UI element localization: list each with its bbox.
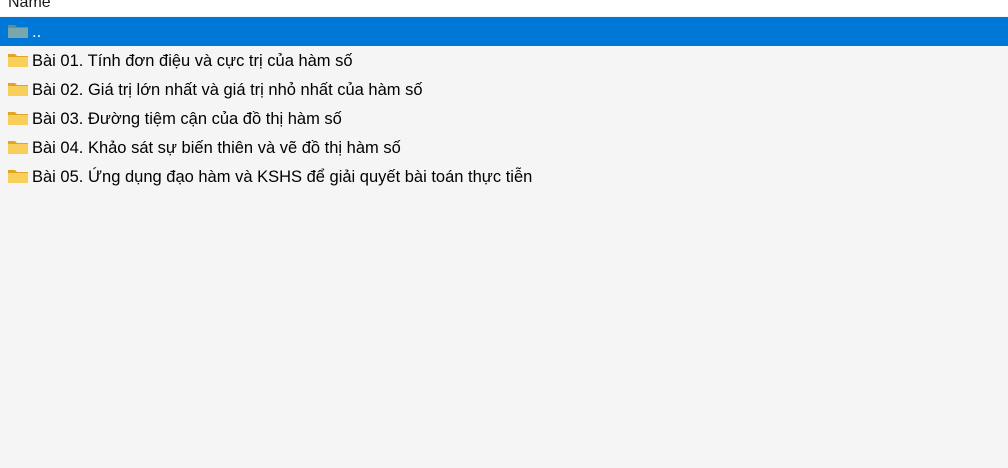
list-item[interactable]: Bài 02. Giá trị lớn nhất và giá trị nhỏ … xyxy=(0,75,1008,104)
list-item[interactable]: Bài 01. Tính đơn điệu và cực trị của hàm… xyxy=(0,46,1008,75)
list-item-label: .. xyxy=(32,23,42,41)
folder-icon xyxy=(7,110,29,126)
column-header[interactable]: Name xyxy=(0,0,1008,16)
list-item-label: Bài 01. Tính đơn điệu và cực trị của hàm… xyxy=(32,52,353,70)
file-list: .. Bài 01. Tính đơn điệu và cực trị của … xyxy=(0,17,1008,191)
folder-icon xyxy=(7,139,29,155)
list-item-parent[interactable]: .. xyxy=(0,17,1008,46)
folder-icon xyxy=(7,168,29,184)
parent-folder-icon xyxy=(7,23,29,39)
column-header-name[interactable]: Name xyxy=(8,0,51,13)
list-item[interactable]: Bài 05. Ứng dụng đạo hàm và KSHS để giải… xyxy=(0,162,1008,191)
folder-icon xyxy=(7,52,29,68)
list-item-label: Bài 02. Giá trị lớn nhất và giá trị nhỏ … xyxy=(32,81,423,99)
list-item[interactable]: Bài 04. Khảo sát sự biến thiên và vẽ đồ … xyxy=(0,133,1008,162)
folder-icon xyxy=(7,81,29,97)
list-item-label: Bài 04. Khảo sát sự biến thiên và vẽ đồ … xyxy=(32,139,401,157)
list-item-label: Bài 05. Ứng dụng đạo hàm và KSHS để giải… xyxy=(32,168,533,186)
list-item[interactable]: Bài 03. Đường tiệm cận của đồ thị hàm số xyxy=(0,104,1008,133)
list-item-label: Bài 03. Đường tiệm cận của đồ thị hàm số xyxy=(32,110,342,128)
